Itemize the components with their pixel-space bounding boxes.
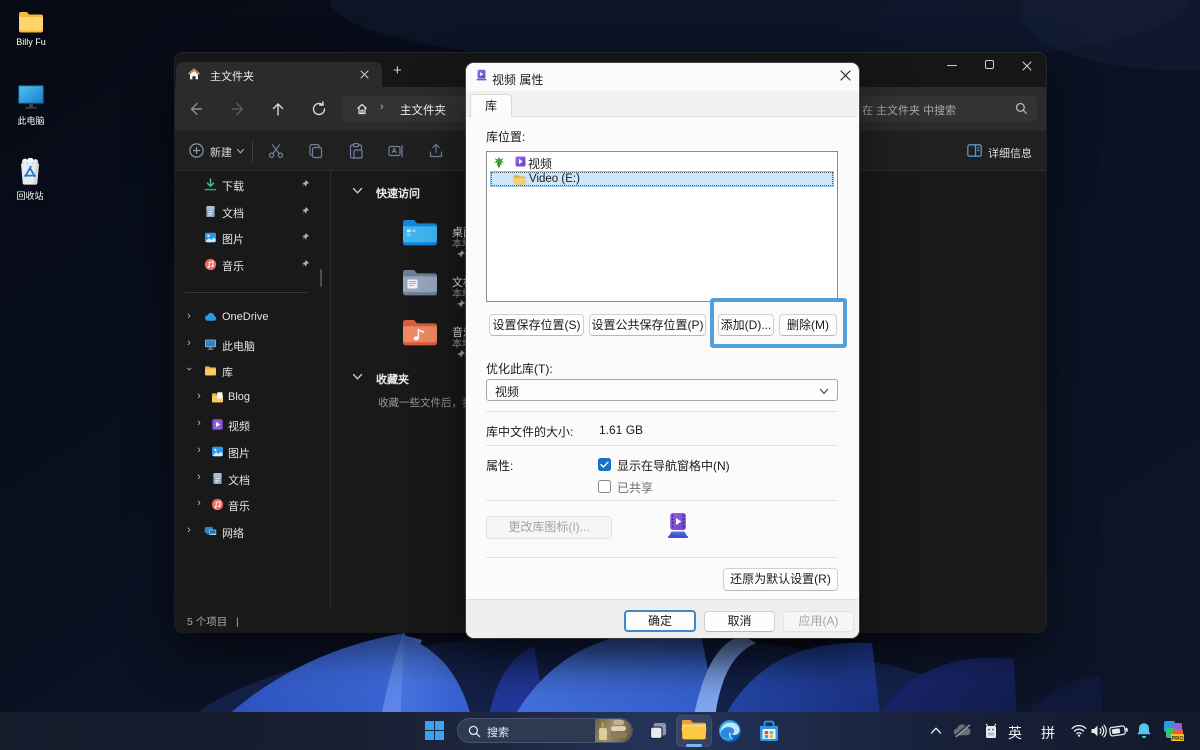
svg-text:PRO: PRO: [1171, 736, 1184, 742]
